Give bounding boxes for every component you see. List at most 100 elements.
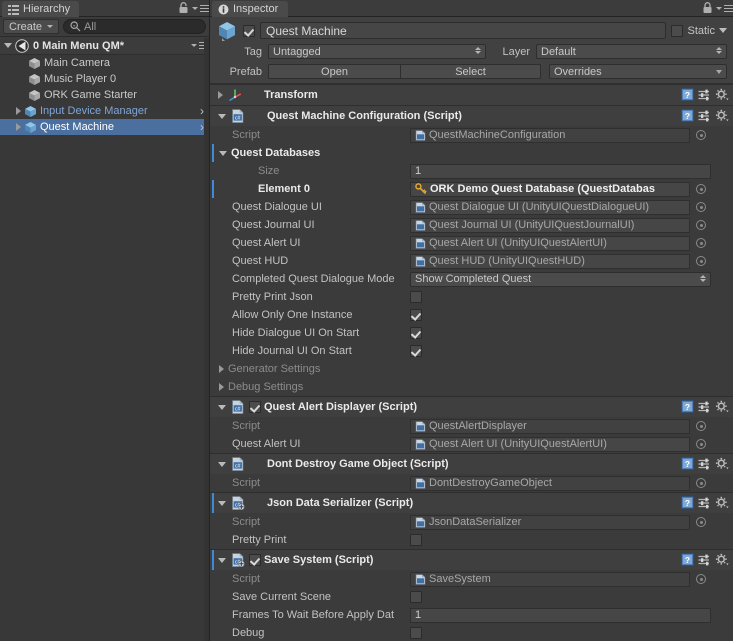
help-icon[interactable]: ? <box>681 88 694 101</box>
object-name-field[interactable]: Quest Machine <box>260 22 667 39</box>
enum-dropdown[interactable]: Show Completed Quest <box>410 271 711 287</box>
component-header[interactable]: c# Save System (Script)? <box>210 550 733 570</box>
help-icon[interactable]: ? <box>681 457 694 470</box>
chevron-down-icon[interactable] <box>219 150 227 156</box>
object-reference-field[interactable]: Quest Dialogue UI (UnityUIQuestDialogueU… <box>410 199 690 215</box>
object-reference-field[interactable]: ORK Demo Quest Database (QuestDatabas <box>410 181 690 197</box>
object-reference-field[interactable]: Quest Journal UI (UnityUIQuestJournalUI) <box>410 217 690 233</box>
tag-dropdown[interactable]: Untagged <box>268 44 486 59</box>
object-reference-field[interactable]: JsonDataSerializer <box>410 514 690 530</box>
chevron-right-icon[interactable] <box>218 91 223 99</box>
number-field[interactable]: 1 <box>410 163 711 179</box>
object-reference-field[interactable]: Quest HUD (UnityUIQuestHUD) <box>410 253 690 269</box>
gear-icon[interactable] <box>715 457 729 470</box>
chevron-down-icon[interactable] <box>218 404 226 410</box>
gear-icon[interactable] <box>715 496 729 509</box>
hamburger-menu-icon[interactable] <box>716 3 733 14</box>
create-button[interactable]: Create <box>3 19 60 34</box>
hierarchy-scrollbar[interactable] <box>204 38 209 641</box>
chevron-down-icon[interactable] <box>719 28 727 33</box>
chevron-down-icon[interactable] <box>218 557 226 563</box>
object-picker-icon[interactable] <box>696 439 706 449</box>
chevron-down-icon[interactable] <box>218 113 226 119</box>
component-header[interactable]: c# Dont Destroy Game Object (Script)? <box>210 454 733 474</box>
preset-icon[interactable] <box>698 401 711 413</box>
scene-menu-icon[interactable] <box>191 40 208 51</box>
object-picker-icon[interactable] <box>696 256 706 266</box>
hierarchy-item[interactable]: Music Player 0 <box>0 71 209 87</box>
object-reference-field[interactable]: QuestAlertDisplayer <box>410 418 690 434</box>
preset-icon[interactable] <box>698 458 711 470</box>
layer-dropdown[interactable]: Default <box>536 44 727 59</box>
lock-icon[interactable] <box>178 2 189 14</box>
static-toggle[interactable]: Static <box>671 24 729 37</box>
object-reference-field[interactable]: SaveSystem <box>410 571 690 587</box>
gear-icon[interactable] <box>715 88 729 101</box>
property-checkbox[interactable] <box>410 291 422 303</box>
chevron-right-icon[interactable] <box>16 107 21 115</box>
hierarchy-item[interactable]: Quest Machine › <box>0 119 209 135</box>
hamburger-menu-icon[interactable] <box>192 3 209 14</box>
csharp-script-add-icon: c# <box>231 496 245 510</box>
object-reference-field[interactable]: Quest Alert UI (UnityUIQuestAlertUI) <box>410 235 690 251</box>
hierarchy-item[interactable]: Input Device Manager › <box>0 103 209 119</box>
tag-label: Tag <box>244 45 262 58</box>
preset-icon[interactable] <box>698 89 711 101</box>
gear-icon[interactable] <box>715 109 729 122</box>
number-field[interactable]: 1 <box>410 607 711 623</box>
object-picker-icon[interactable] <box>696 421 706 431</box>
chevron-down-icon[interactable] <box>218 500 226 506</box>
chevron-down-icon[interactable] <box>4 43 12 48</box>
chevron-right-icon[interactable] <box>219 383 224 391</box>
object-picker-icon[interactable] <box>696 517 706 527</box>
chevron-down-icon[interactable] <box>218 461 226 467</box>
property-checkbox[interactable] <box>410 345 422 357</box>
lock-icon[interactable] <box>702 2 713 14</box>
property-checkbox[interactable] <box>410 534 422 546</box>
component-header[interactable]: c# Quest Machine Configuration (Script)? <box>210 106 733 126</box>
prefab-open-button[interactable]: Open <box>268 64 401 79</box>
hierarchy-item[interactable]: Main Camera <box>0 55 209 71</box>
gear-icon[interactable] <box>715 400 729 413</box>
object-enabled-checkbox[interactable] <box>243 24 255 37</box>
component-enabled-checkbox[interactable] <box>249 554 261 566</box>
gear-icon[interactable] <box>715 553 729 566</box>
help-icon[interactable]: ? <box>681 400 694 413</box>
help-icon[interactable]: ? <box>681 553 694 566</box>
property-checkbox[interactable] <box>410 309 422 321</box>
object-picker-icon[interactable] <box>696 130 706 140</box>
search-input[interactable]: All <box>63 19 206 34</box>
layer-value: Default <box>541 45 576 58</box>
object-picker-icon[interactable] <box>696 238 706 248</box>
chevron-right-icon[interactable] <box>219 365 224 373</box>
help-icon[interactable]: ? <box>681 109 694 122</box>
property-checkbox[interactable] <box>410 627 422 639</box>
object-picker-icon[interactable] <box>696 202 706 212</box>
preset-icon[interactable] <box>698 497 711 509</box>
object-reference-field[interactable]: QuestMachineConfiguration <box>410 127 690 143</box>
hierarchy-item[interactable]: ORK Game Starter <box>0 87 209 103</box>
component-header[interactable]: Transform? <box>210 85 733 105</box>
component-header[interactable]: c# Json Data Serializer (Script)? <box>210 493 733 513</box>
prefab-select-button[interactable]: Select <box>401 64 541 79</box>
scene-root-row[interactable]: 0 Main Menu QM* <box>0 37 209 55</box>
prefab-overrides-dropdown[interactable]: Overrides <box>549 64 727 79</box>
component-enabled-checkbox[interactable] <box>249 401 261 413</box>
preset-icon[interactable] <box>698 110 711 122</box>
object-reference-field[interactable]: DontDestroyGameObject <box>410 475 690 491</box>
object-reference-field[interactable]: Quest Alert UI (UnityUIQuestAlertUI) <box>410 436 690 452</box>
property-checkbox[interactable] <box>410 591 422 603</box>
property-row: Script DontDestroyGameObject <box>210 474 733 492</box>
chevron-right-icon[interactable] <box>16 123 21 131</box>
preset-icon[interactable] <box>698 554 711 566</box>
tab-inspector[interactable]: Inspector <box>212 1 289 17</box>
component-header[interactable]: c# Quest Alert Displayer (Script)? <box>210 397 733 417</box>
property-checkbox[interactable] <box>410 327 422 339</box>
object-picker-icon[interactable] <box>696 220 706 230</box>
static-checkbox[interactable] <box>671 24 684 37</box>
object-picker-icon[interactable] <box>696 184 706 194</box>
object-picker-icon[interactable] <box>696 478 706 488</box>
tab-hierarchy[interactable]: Hierarchy <box>2 1 80 17</box>
object-picker-icon[interactable] <box>696 574 706 584</box>
help-icon[interactable]: ? <box>681 496 694 509</box>
